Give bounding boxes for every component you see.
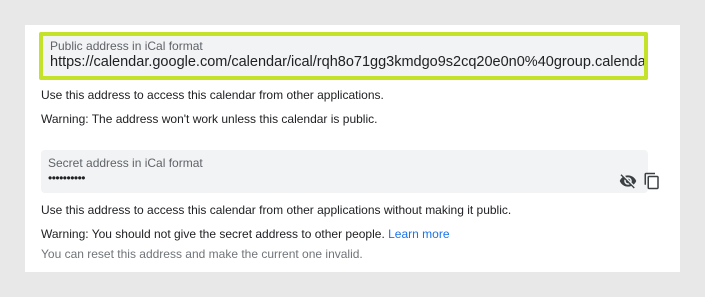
secret-address-warning: Warning: You should not give the secret … bbox=[41, 227, 450, 241]
public-address-value[interactable]: https://calendar.google.com/calendar/ica… bbox=[50, 54, 644, 70]
calendar-integration-panel: Public address in iCal format https://ca… bbox=[25, 25, 680, 272]
secret-address-help-text: Use this address to access this calendar… bbox=[41, 203, 512, 217]
secret-address-warning-text: Warning: You should not give the secret … bbox=[41, 227, 385, 241]
public-address-help-text: Use this address to access this calendar… bbox=[41, 88, 384, 102]
public-address-label: Public address in iCal format bbox=[50, 39, 203, 53]
secret-address-value: •••••••••• bbox=[48, 171, 86, 185]
public-address-field[interactable]: Public address in iCal format https://ca… bbox=[39, 32, 648, 80]
secret-address-label: Secret address in iCal format bbox=[48, 156, 203, 170]
secret-address-field[interactable]: Secret address in iCal format •••••••••• bbox=[41, 150, 659, 193]
public-address-warning: Warning: The address won't work unless t… bbox=[41, 112, 378, 126]
learn-more-link[interactable]: Learn more bbox=[388, 227, 449, 241]
eye-off-icon[interactable] bbox=[619, 172, 637, 190]
reset-address-text: You can reset this address and make the … bbox=[41, 247, 363, 261]
copy-icon[interactable] bbox=[643, 172, 661, 190]
